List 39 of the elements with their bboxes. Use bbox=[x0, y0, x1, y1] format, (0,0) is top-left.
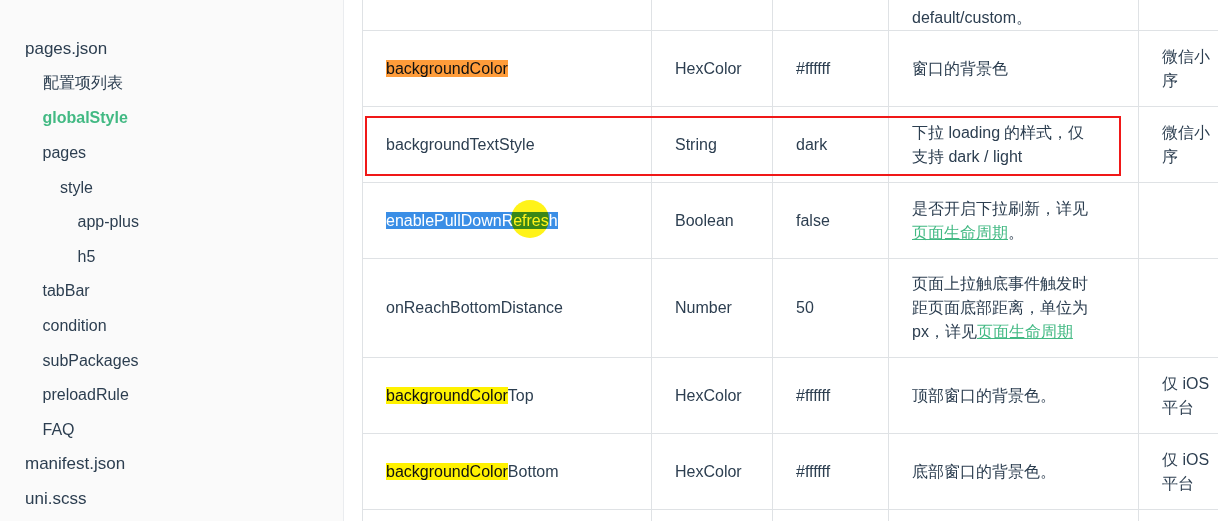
property-name: onReachBottomDistance bbox=[386, 298, 563, 318]
type-text: HexColor bbox=[675, 461, 742, 482]
platform-text: 微信小 序 bbox=[1162, 122, 1210, 167]
sidebar-item[interactable]: FAQ bbox=[0, 412, 343, 448]
description-text: 页面上拉触底事件触发时距页面底部距离，单位为px，详见页面生命周期 bbox=[912, 274, 1088, 342]
type-text: String bbox=[675, 134, 717, 155]
sidebar-item[interactable]: subPackages bbox=[0, 343, 343, 378]
platform-text: 微信小 序 bbox=[1162, 46, 1210, 91]
platform-text: 仅 iOS 平台 bbox=[1162, 449, 1210, 494]
sidebar-item[interactable]: tabBar bbox=[0, 274, 343, 309]
default-value: #ffffff bbox=[796, 385, 831, 406]
sidebar-item[interactable]: app-plus bbox=[0, 204, 343, 240]
type-text: Number bbox=[675, 298, 732, 318]
type-text: HexColor bbox=[675, 58, 742, 79]
default-value: false bbox=[796, 210, 830, 231]
property-name: backgroundColor bbox=[386, 58, 508, 79]
sidebar-item[interactable]: condition bbox=[0, 308, 343, 344]
description-text: 下拉 loading 的样式，仅支持 dark / light bbox=[912, 122, 1086, 167]
description-text: 底部窗口的背景色。 bbox=[912, 461, 1056, 482]
sidebar-item[interactable]: h5 bbox=[0, 239, 343, 275]
platform-text: 仅 iOS 平台 bbox=[1162, 373, 1210, 418]
sidebar-item[interactable]: 配置项列表 bbox=[0, 66, 343, 102]
description-text: 窗口的背景色 bbox=[912, 58, 1008, 79]
description-text: 是否开启下拉刷新，详见 页面生命周期。 bbox=[912, 198, 1088, 243]
default-value: #ffffff bbox=[796, 58, 831, 79]
type-text: HexColor bbox=[675, 385, 742, 406]
sidebar-item[interactable]: style bbox=[0, 170, 343, 205]
property-name: backgroundTextStyle bbox=[386, 134, 535, 155]
default-value: 50 bbox=[796, 298, 814, 318]
sidebar-item[interactable]: uni.scss bbox=[0, 481, 343, 517]
sidebar-item[interactable]: manifest.json bbox=[0, 447, 343, 482]
default-value: #ffffff bbox=[796, 461, 831, 482]
sidebar-item[interactable]: pages.json bbox=[0, 32, 343, 67]
description-text: default/custom。 bbox=[912, 8, 1033, 28]
type-text: Boolean bbox=[675, 210, 734, 231]
sidebar-item[interactable]: pages bbox=[0, 135, 343, 171]
description-text: 顶部窗口的背景色。 bbox=[912, 385, 1056, 406]
default-value: dark bbox=[796, 134, 828, 155]
sidebar-item[interactable]: preloadRule bbox=[0, 377, 343, 413]
